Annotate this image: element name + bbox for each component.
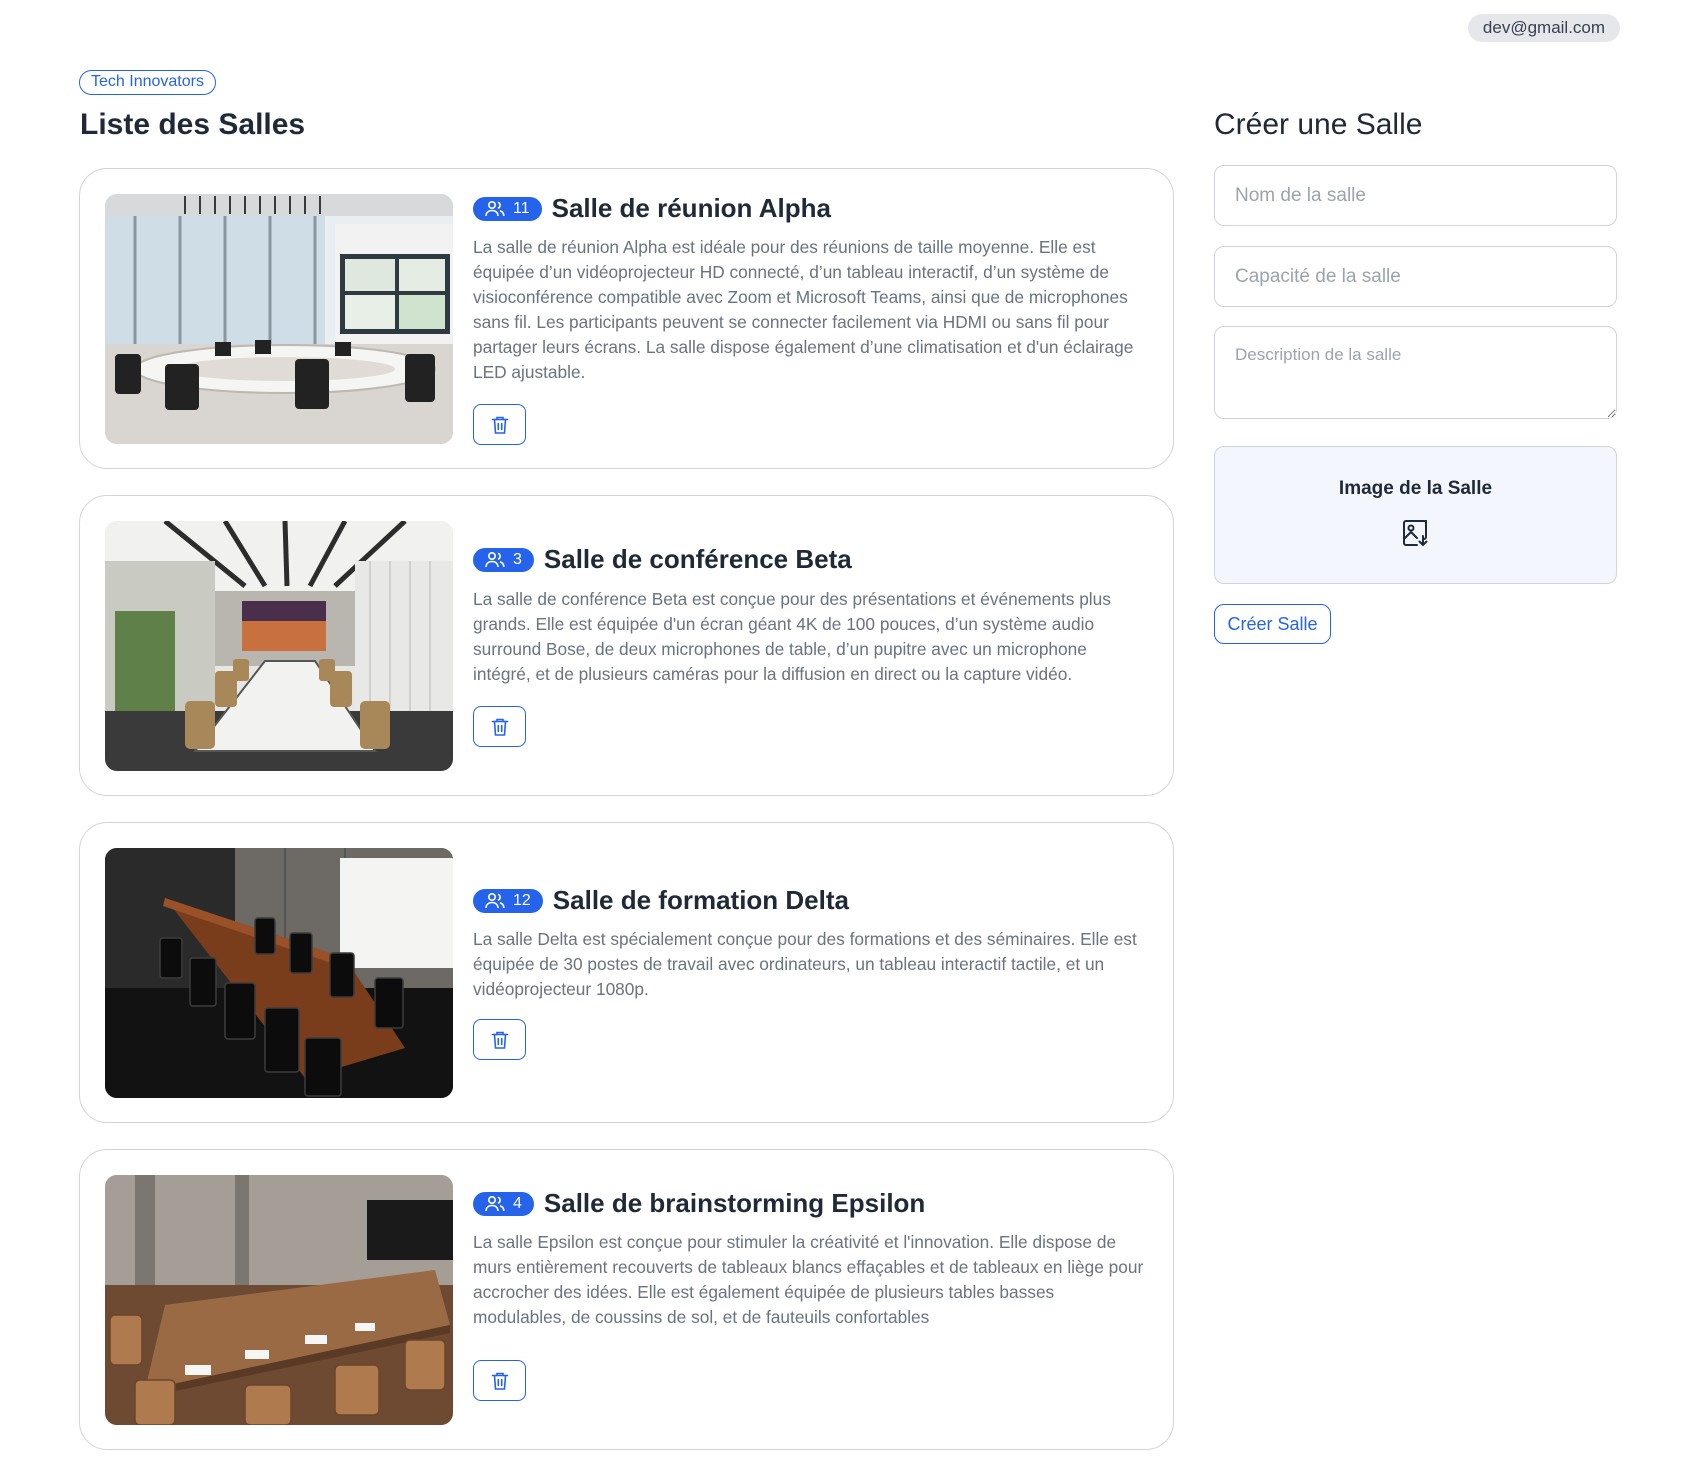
- image-upload-label: Image de la Salle: [1338, 478, 1493, 499]
- capacity-badge: 11: [473, 196, 542, 221]
- page-title: Liste des Salles: [80, 108, 306, 141]
- users-icon: [485, 551, 505, 567]
- capacity-badge: 12: [473, 888, 543, 913]
- room-title: Salle de brainstorming Epsilon: [543, 1188, 926, 1218]
- capacity-value: 3: [513, 550, 522, 568]
- room-card: 4 Salle de brainstorming Epsilon La sall…: [79, 1149, 1174, 1450]
- users-icon: [485, 200, 505, 216]
- capacity-value: 11: [513, 199, 530, 217]
- trash-icon: [491, 718, 508, 736]
- room-image: [105, 1175, 453, 1425]
- image-upload-dropzone[interactable]: Image de la Salle: [1214, 446, 1617, 584]
- capacity-value: 4: [513, 1194, 522, 1212]
- room-image: [105, 521, 453, 771]
- room-card: 11 Salle de réunion Alpha La salle de ré…: [79, 168, 1174, 469]
- room-description-input[interactable]: [1214, 326, 1617, 419]
- room-title: Salle de formation Delta: [552, 885, 849, 915]
- users-icon: [485, 1195, 505, 1211]
- capacity-badge: 3: [473, 547, 534, 572]
- image-upload-icon: [1402, 520, 1427, 546]
- delete-room-button[interactable]: [473, 1360, 526, 1401]
- user-email-badge[interactable]: dev@gmail.com: [1468, 14, 1620, 42]
- delete-room-button[interactable]: [473, 404, 526, 445]
- room-card: 12 Salle de formation Delta La salle Del…: [79, 822, 1174, 1123]
- trash-icon: [491, 1372, 508, 1390]
- organization-badge[interactable]: Tech Innovators: [79, 70, 216, 95]
- room-title: Salle de réunion Alpha: [551, 193, 831, 223]
- trash-icon: [491, 1031, 508, 1049]
- create-room-button[interactable]: Créer Salle: [1214, 604, 1331, 644]
- delete-room-button[interactable]: [473, 706, 526, 747]
- room-description: La salle Delta est spécialement conçue p…: [473, 929, 1137, 999]
- room-card: 3 Salle de conférence Beta La salle de c…: [79, 495, 1174, 796]
- room-description: La salle de réunion Alpha est idéale pou…: [473, 237, 1134, 382]
- room-title: Salle de conférence Beta: [543, 544, 852, 574]
- room-description: La salle Epsilon est conçue pour stimule…: [473, 1232, 1144, 1327]
- room-image: [105, 848, 453, 1098]
- users-icon: [485, 892, 505, 908]
- room-description: La salle de conférence Beta est conçue p…: [473, 589, 1111, 684]
- room-capacity-input[interactable]: [1214, 246, 1617, 307]
- create-room-title: Créer une Salle: [1214, 108, 1423, 141]
- room-name-input[interactable]: [1214, 165, 1617, 226]
- room-image: [105, 194, 453, 444]
- capacity-value: 12: [513, 891, 531, 909]
- capacity-badge: 4: [473, 1191, 534, 1216]
- trash-icon: [491, 416, 508, 434]
- delete-room-button[interactable]: [473, 1019, 526, 1060]
